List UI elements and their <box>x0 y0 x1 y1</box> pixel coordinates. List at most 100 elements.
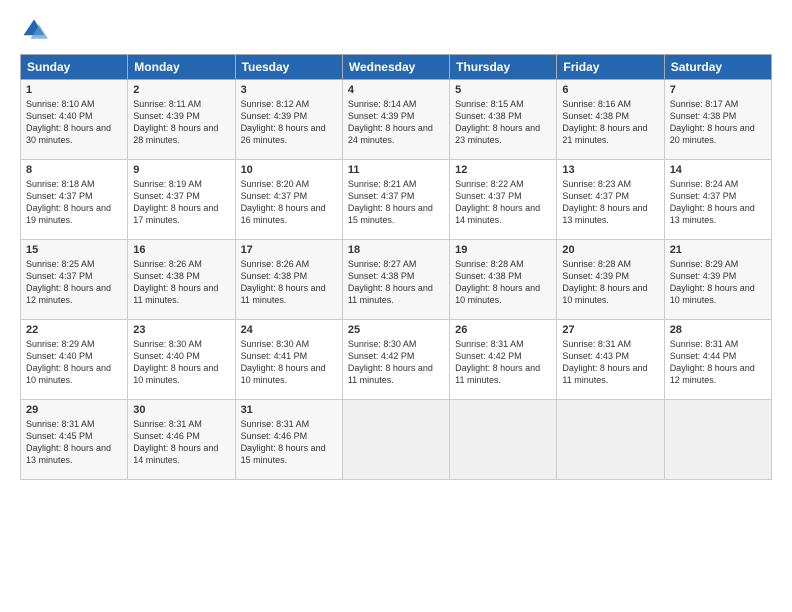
calendar-cell: 3 Sunrise: 8:12 AMSunset: 4:39 PMDayligh… <box>235 80 342 160</box>
day-number: 31 <box>241 404 337 416</box>
cell-details: Sunrise: 8:18 AMSunset: 4:37 PMDaylight:… <box>26 179 111 225</box>
calendar-week-5: 29 Sunrise: 8:31 AMSunset: 4:45 PMDaylig… <box>21 400 772 480</box>
calendar-cell: 20 Sunrise: 8:28 AMSunset: 4:39 PMDaylig… <box>557 240 664 320</box>
day-number: 5 <box>455 84 551 96</box>
day-number: 3 <box>241 84 337 96</box>
calendar-cell: 2 Sunrise: 8:11 AMSunset: 4:39 PMDayligh… <box>128 80 235 160</box>
calendar-cell: 27 Sunrise: 8:31 AMSunset: 4:43 PMDaylig… <box>557 320 664 400</box>
calendar-week-2: 8 Sunrise: 8:18 AMSunset: 4:37 PMDayligh… <box>21 160 772 240</box>
calendar-cell: 31 Sunrise: 8:31 AMSunset: 4:46 PMDaylig… <box>235 400 342 480</box>
calendar-cell: 8 Sunrise: 8:18 AMSunset: 4:37 PMDayligh… <box>21 160 128 240</box>
cell-details: Sunrise: 8:28 AMSunset: 4:39 PMDaylight:… <box>562 259 647 305</box>
day-number: 28 <box>670 324 766 336</box>
calendar-cell: 24 Sunrise: 8:30 AMSunset: 4:41 PMDaylig… <box>235 320 342 400</box>
logo <box>20 16 52 44</box>
day-number: 25 <box>348 324 444 336</box>
day-number: 27 <box>562 324 658 336</box>
day-number: 8 <box>26 164 122 176</box>
cell-details: Sunrise: 8:15 AMSunset: 4:38 PMDaylight:… <box>455 99 540 145</box>
cell-details: Sunrise: 8:16 AMSunset: 4:38 PMDaylight:… <box>562 99 647 145</box>
weekday-header-wednesday: Wednesday <box>342 55 449 80</box>
day-number: 12 <box>455 164 551 176</box>
cell-details: Sunrise: 8:29 AMSunset: 4:40 PMDaylight:… <box>26 339 111 385</box>
day-number: 15 <box>26 244 122 256</box>
day-number: 10 <box>241 164 337 176</box>
calendar-cell: 14 Sunrise: 8:24 AMSunset: 4:37 PMDaylig… <box>664 160 771 240</box>
cell-details: Sunrise: 8:29 AMSunset: 4:39 PMDaylight:… <box>670 259 755 305</box>
day-number: 17 <box>241 244 337 256</box>
cell-details: Sunrise: 8:30 AMSunset: 4:40 PMDaylight:… <box>133 339 218 385</box>
calendar-week-3: 15 Sunrise: 8:25 AMSunset: 4:37 PMDaylig… <box>21 240 772 320</box>
calendar-cell: 22 Sunrise: 8:29 AMSunset: 4:40 PMDaylig… <box>21 320 128 400</box>
day-number: 14 <box>670 164 766 176</box>
cell-details: Sunrise: 8:26 AMSunset: 4:38 PMDaylight:… <box>133 259 218 305</box>
weekday-header-monday: Monday <box>128 55 235 80</box>
cell-details: Sunrise: 8:12 AMSunset: 4:39 PMDaylight:… <box>241 99 326 145</box>
calendar-cell: 21 Sunrise: 8:29 AMSunset: 4:39 PMDaylig… <box>664 240 771 320</box>
weekday-header-saturday: Saturday <box>664 55 771 80</box>
day-number: 26 <box>455 324 551 336</box>
cell-details: Sunrise: 8:31 AMSunset: 4:46 PMDaylight:… <box>241 419 326 465</box>
cell-details: Sunrise: 8:30 AMSunset: 4:41 PMDaylight:… <box>241 339 326 385</box>
day-number: 21 <box>670 244 766 256</box>
calendar-header-row: SundayMondayTuesdayWednesdayThursdayFrid… <box>21 55 772 80</box>
day-number: 6 <box>562 84 658 96</box>
day-number: 19 <box>455 244 551 256</box>
day-number: 22 <box>26 324 122 336</box>
cell-details: Sunrise: 8:20 AMSunset: 4:37 PMDaylight:… <box>241 179 326 225</box>
day-number: 24 <box>241 324 337 336</box>
cell-details: Sunrise: 8:25 AMSunset: 4:37 PMDaylight:… <box>26 259 111 305</box>
calendar-cell: 1 Sunrise: 8:10 AMSunset: 4:40 PMDayligh… <box>21 80 128 160</box>
calendar-cell: 23 Sunrise: 8:30 AMSunset: 4:40 PMDaylig… <box>128 320 235 400</box>
day-number: 23 <box>133 324 229 336</box>
day-number: 18 <box>348 244 444 256</box>
cell-details: Sunrise: 8:31 AMSunset: 4:45 PMDaylight:… <box>26 419 111 465</box>
header <box>20 16 772 44</box>
calendar-week-1: 1 Sunrise: 8:10 AMSunset: 4:40 PMDayligh… <box>21 80 772 160</box>
calendar-cell: 12 Sunrise: 8:22 AMSunset: 4:37 PMDaylig… <box>450 160 557 240</box>
calendar-cell <box>664 400 771 480</box>
day-number: 11 <box>348 164 444 176</box>
logo-icon <box>20 16 48 44</box>
cell-details: Sunrise: 8:31 AMSunset: 4:44 PMDaylight:… <box>670 339 755 385</box>
weekday-header-thursday: Thursday <box>450 55 557 80</box>
cell-details: Sunrise: 8:17 AMSunset: 4:38 PMDaylight:… <box>670 99 755 145</box>
calendar-cell: 19 Sunrise: 8:28 AMSunset: 4:38 PMDaylig… <box>450 240 557 320</box>
weekday-header-sunday: Sunday <box>21 55 128 80</box>
calendar-cell: 17 Sunrise: 8:26 AMSunset: 4:38 PMDaylig… <box>235 240 342 320</box>
cell-details: Sunrise: 8:11 AMSunset: 4:39 PMDaylight:… <box>133 99 218 145</box>
cell-details: Sunrise: 8:30 AMSunset: 4:42 PMDaylight:… <box>348 339 433 385</box>
day-number: 4 <box>348 84 444 96</box>
cell-details: Sunrise: 8:24 AMSunset: 4:37 PMDaylight:… <box>670 179 755 225</box>
weekday-header-friday: Friday <box>557 55 664 80</box>
day-number: 29 <box>26 404 122 416</box>
cell-details: Sunrise: 8:22 AMSunset: 4:37 PMDaylight:… <box>455 179 540 225</box>
cell-details: Sunrise: 8:26 AMSunset: 4:38 PMDaylight:… <box>241 259 326 305</box>
calendar-cell: 13 Sunrise: 8:23 AMSunset: 4:37 PMDaylig… <box>557 160 664 240</box>
day-number: 1 <box>26 84 122 96</box>
calendar-cell: 10 Sunrise: 8:20 AMSunset: 4:37 PMDaylig… <box>235 160 342 240</box>
calendar-cell: 9 Sunrise: 8:19 AMSunset: 4:37 PMDayligh… <box>128 160 235 240</box>
day-number: 13 <box>562 164 658 176</box>
cell-details: Sunrise: 8:19 AMSunset: 4:37 PMDaylight:… <box>133 179 218 225</box>
cell-details: Sunrise: 8:28 AMSunset: 4:38 PMDaylight:… <box>455 259 540 305</box>
calendar-cell <box>450 400 557 480</box>
cell-details: Sunrise: 8:10 AMSunset: 4:40 PMDaylight:… <box>26 99 111 145</box>
cell-details: Sunrise: 8:23 AMSunset: 4:37 PMDaylight:… <box>562 179 647 225</box>
day-number: 2 <box>133 84 229 96</box>
calendar-cell: 6 Sunrise: 8:16 AMSunset: 4:38 PMDayligh… <box>557 80 664 160</box>
calendar-cell: 4 Sunrise: 8:14 AMSunset: 4:39 PMDayligh… <box>342 80 449 160</box>
calendar-cell <box>342 400 449 480</box>
weekday-header-tuesday: Tuesday <box>235 55 342 80</box>
calendar-table: SundayMondayTuesdayWednesdayThursdayFrid… <box>20 54 772 480</box>
cell-details: Sunrise: 8:27 AMSunset: 4:38 PMDaylight:… <box>348 259 433 305</box>
calendar-cell: 30 Sunrise: 8:31 AMSunset: 4:46 PMDaylig… <box>128 400 235 480</box>
cell-details: Sunrise: 8:14 AMSunset: 4:39 PMDaylight:… <box>348 99 433 145</box>
day-number: 16 <box>133 244 229 256</box>
calendar-cell: 5 Sunrise: 8:15 AMSunset: 4:38 PMDayligh… <box>450 80 557 160</box>
day-number: 30 <box>133 404 229 416</box>
day-number: 7 <box>670 84 766 96</box>
calendar-cell: 29 Sunrise: 8:31 AMSunset: 4:45 PMDaylig… <box>21 400 128 480</box>
calendar-cell: 28 Sunrise: 8:31 AMSunset: 4:44 PMDaylig… <box>664 320 771 400</box>
cell-details: Sunrise: 8:31 AMSunset: 4:42 PMDaylight:… <box>455 339 540 385</box>
